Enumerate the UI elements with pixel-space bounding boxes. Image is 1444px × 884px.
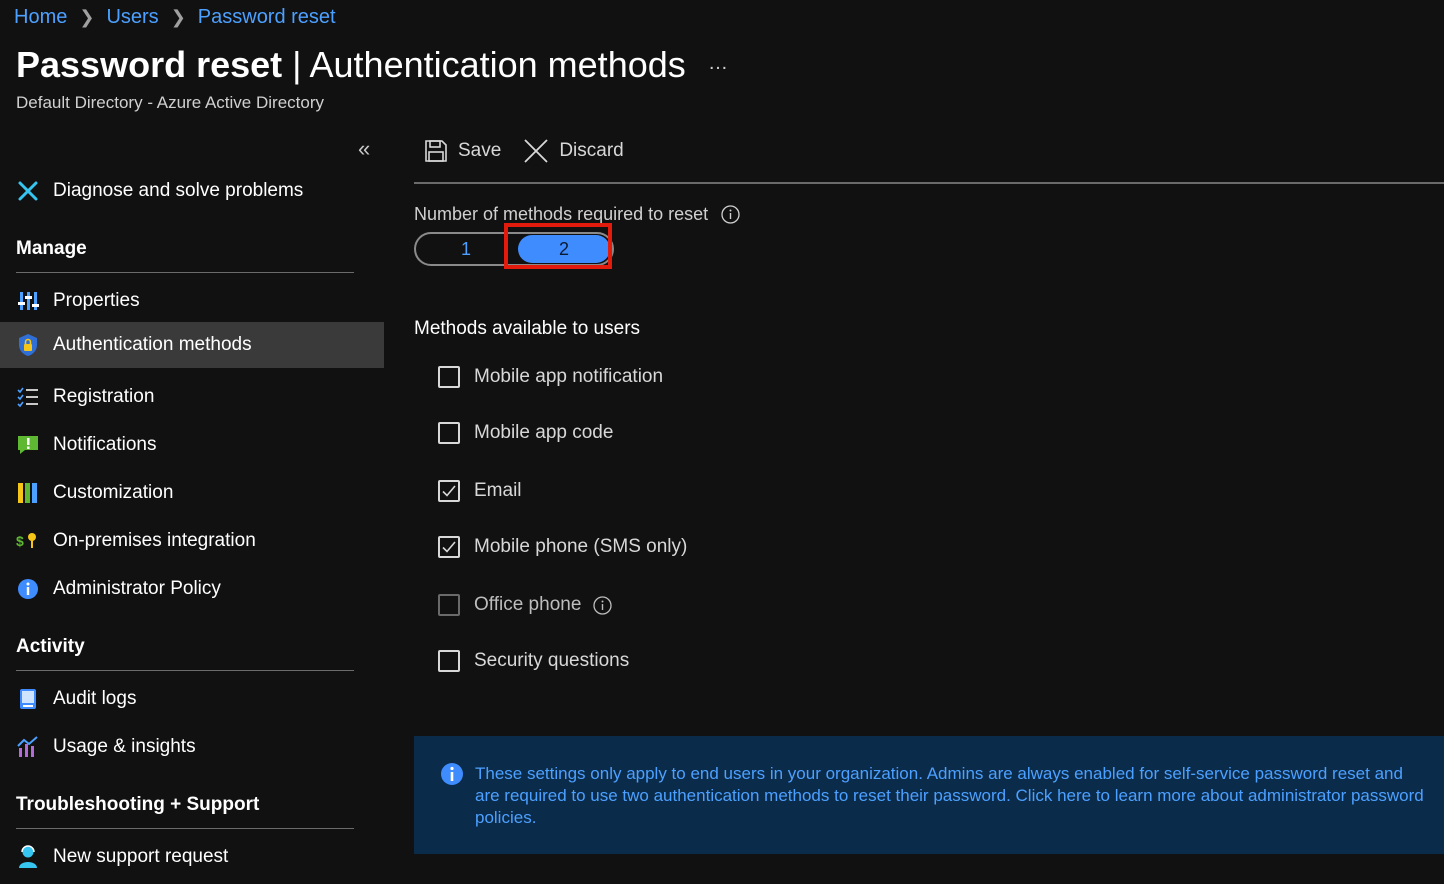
info-banner-text[interactable]: These settings only apply to end users i…	[475, 763, 1425, 829]
sidebar-item-label: Properties	[53, 290, 140, 311]
chevron-right-icon: ❯	[79, 7, 95, 27]
checkbox-checked[interactable]	[438, 536, 460, 558]
save-icon	[425, 140, 447, 162]
method-label: Security questions	[474, 650, 630, 671]
sidebar-item-authentication-methods[interactable]: Authentication methods	[0, 322, 384, 368]
sidebar-item-registration[interactable]: Registration	[0, 374, 384, 420]
sidebar-item-audit-logs[interactable]: Audit logs	[0, 676, 384, 722]
command-bar: Save Discard	[424, 138, 646, 164]
sidebar-item-label: Registration	[53, 386, 155, 407]
sidebar-item-label: New support request	[53, 846, 229, 867]
page-title-rest: | Authentication methods	[282, 44, 686, 85]
methods-required-text: Number of methods required to reset	[414, 204, 709, 224]
sidebar-item-notifications[interactable]: Notifications	[0, 422, 384, 468]
methods-title: Methods available to users	[414, 318, 641, 339]
methods-required-label: Number of methods required to reset	[414, 204, 740, 225]
close-icon	[524, 139, 548, 163]
checkbox[interactable]	[438, 650, 460, 672]
properties-icon	[16, 289, 40, 313]
method-label: Mobile phone (SMS only)	[474, 536, 688, 557]
checkbox[interactable]	[438, 422, 460, 444]
support-person-icon	[16, 845, 40, 869]
sidebar-item-label: Usage & insights	[53, 736, 196, 757]
method-label: Office phone	[474, 594, 582, 615]
page-subtitle: Default Directory - Azure Active Directo…	[16, 93, 324, 112]
method-mobile-app-notification[interactable]: Mobile app notification	[438, 366, 663, 388]
page-title-bold: Password reset	[16, 44, 283, 85]
checkmark-icon	[442, 541, 456, 553]
breadcrumb-home-link[interactable]: Home	[14, 6, 67, 29]
divider	[414, 182, 1444, 184]
info-circle-icon[interactable]	[721, 205, 740, 224]
sidebar-item-label: Audit logs	[53, 688, 137, 709]
more-options-icon[interactable]: …	[708, 52, 729, 75]
sidebar-item-diagnose[interactable]: Diagnose and solve problems	[0, 168, 384, 214]
svg-text:$: $	[16, 533, 24, 549]
checkbox-checked[interactable]	[438, 480, 460, 502]
sidebar-item-properties[interactable]: Properties	[0, 278, 384, 324]
method-mobile-app-code[interactable]: Mobile app code	[438, 422, 613, 444]
sidebar-item-usage-insights[interactable]: Usage & insights	[0, 724, 384, 770]
divider	[16, 670, 354, 671]
info-banner[interactable]: These settings only apply to end users i…	[414, 736, 1444, 854]
sidebar-item-label: Authentication methods	[53, 334, 252, 355]
sidebar-item-on-premises[interactable]: $ On-premises integration	[0, 518, 384, 564]
sidebar-item-label: On-premises integration	[53, 530, 256, 551]
sidebar-item-administrator-policy[interactable]: Administrator Policy	[0, 566, 384, 612]
method-office-phone: Office phone	[438, 594, 613, 616]
sidebar-item-label: Customization	[53, 482, 174, 503]
highlight-box	[504, 223, 612, 269]
checklist-icon	[16, 385, 40, 409]
divider	[16, 272, 354, 273]
sidebar-item-label: Diagnose and solve problems	[53, 180, 304, 201]
breadcrumb-password-reset-link[interactable]: Password reset	[198, 6, 336, 29]
on-premises-icon: $	[16, 529, 40, 553]
method-label: Mobile app code	[474, 422, 614, 443]
toggle-option-1[interactable]: 1	[416, 234, 516, 264]
discard-button[interactable]: Discard	[523, 138, 624, 164]
method-label: Email	[474, 480, 522, 501]
audit-log-icon	[16, 687, 40, 711]
sidebar-item-label: Administrator Policy	[53, 578, 221, 599]
divider	[16, 828, 354, 829]
page-title: Password reset | Authentication methods	[16, 44, 686, 86]
info-icon	[441, 763, 463, 785]
method-mobile-phone[interactable]: Mobile phone (SMS only)	[438, 536, 687, 558]
method-label: Mobile app notification	[474, 366, 664, 387]
method-security-questions[interactable]: Security questions	[438, 650, 629, 672]
nav-section-activity: Activity	[16, 636, 85, 657]
save-label: Save	[458, 140, 502, 161]
wrench-icon	[16, 179, 40, 203]
notification-icon	[16, 433, 40, 457]
checkmark-icon	[442, 485, 456, 497]
customization-icon	[16, 481, 40, 505]
sidebar-item-new-support-request[interactable]: New support request	[0, 834, 384, 880]
discard-label: Discard	[559, 140, 624, 161]
sidebar-item-customization[interactable]: Customization	[0, 470, 384, 516]
breadcrumb: Home ❯ Users ❯ Password reset	[14, 6, 336, 29]
method-email[interactable]: Email	[438, 480, 522, 502]
info-circle-icon[interactable]	[593, 595, 613, 615]
nav-section-support: Troubleshooting + Support	[16, 794, 260, 815]
shield-lock-icon	[16, 333, 40, 357]
chevron-right-icon: ❯	[170, 7, 186, 27]
breadcrumb-users-link[interactable]: Users	[106, 6, 158, 29]
checkbox[interactable]	[438, 366, 460, 388]
save-button[interactable]: Save	[424, 139, 501, 163]
checkbox-disabled	[438, 594, 460, 616]
usage-insights-icon	[16, 735, 40, 759]
nav-section-manage: Manage	[16, 238, 87, 259]
sidebar-item-label: Notifications	[53, 434, 157, 455]
info-icon	[16, 577, 40, 601]
collapse-sidebar-button[interactable]: «	[358, 136, 370, 162]
